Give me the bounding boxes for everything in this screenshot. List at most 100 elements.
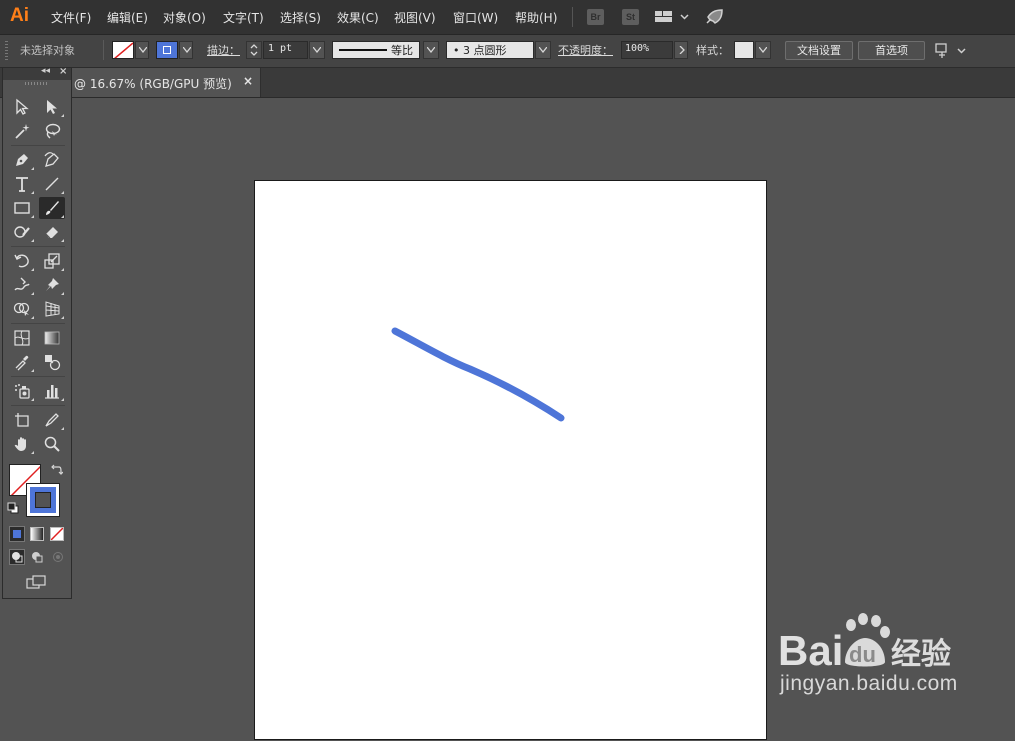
tool-group-separator	[11, 246, 65, 247]
curvature-tool[interactable]	[39, 149, 65, 171]
stroke-dropdown[interactable]	[179, 41, 193, 59]
rotate-tool[interactable]	[9, 250, 35, 272]
rectangle-tool[interactable]	[9, 197, 35, 219]
brush-definition[interactable]: • 3 点圆形	[446, 41, 534, 59]
menu-object[interactable]: 对象(O)	[163, 9, 206, 27]
zoom-tool[interactable]	[39, 433, 65, 455]
document-setup-button[interactable]: 文档设置	[785, 41, 853, 60]
artboard[interactable]	[254, 180, 767, 740]
stroke-weight-stepper[interactable]	[246, 41, 262, 59]
shaper-tool[interactable]	[9, 221, 35, 243]
brush-dropdown[interactable]	[535, 41, 551, 59]
rocket-icon[interactable]	[704, 8, 724, 29]
mesh-tool[interactable]	[9, 327, 35, 349]
brush-stroke-layer	[391, 327, 565, 422]
type-tool[interactable]	[9, 173, 35, 195]
opacity-input[interactable]: 100%	[621, 41, 673, 59]
style-dropdown[interactable]	[755, 41, 771, 59]
menu-window[interactable]: 窗口(W)	[453, 9, 498, 27]
line-segment-tool[interactable]	[39, 173, 65, 195]
tools-panel-header[interactable]: ◂◂ ×	[3, 66, 71, 80]
shape-builder-icon	[13, 302, 30, 316]
eyedropper-icon	[15, 355, 29, 371]
mesh-icon	[14, 330, 30, 346]
draw-inside-button[interactable]	[51, 550, 67, 566]
menu-select[interactable]: 选择(S)	[280, 9, 321, 27]
app-logo: Ai	[10, 5, 29, 26]
color-mode-button[interactable]	[9, 526, 25, 542]
arrange-documents-icon[interactable]	[934, 41, 968, 64]
menu-file[interactable]: 文件(F)	[51, 9, 91, 27]
default-fill-stroke-icon[interactable]	[7, 502, 21, 516]
blend-tool[interactable]	[39, 351, 65, 373]
opacity-flyout-button[interactable]	[674, 41, 688, 59]
menu-type[interactable]: 文字(T)	[223, 9, 264, 27]
lasso-tool[interactable]	[39, 120, 65, 142]
warp-tool[interactable]	[9, 274, 35, 296]
paintbrush-tool[interactable]	[39, 197, 65, 219]
stroke-color-swatch[interactable]	[156, 41, 178, 59]
hand-tool[interactable]	[9, 433, 35, 455]
stock-button[interactable]: St	[622, 9, 639, 25]
slice-tool[interactable]	[39, 409, 65, 431]
brush-stroke-path[interactable]	[391, 327, 565, 422]
draw-behind-button[interactable]	[30, 550, 46, 566]
eraser-tool[interactable]	[39, 221, 65, 243]
bridge-button[interactable]: Br	[587, 9, 604, 25]
collapse-panel-icon[interactable]: ◂◂	[41, 66, 50, 76]
gradient-tool[interactable]	[39, 327, 65, 349]
screen-mode-icon[interactable]	[25, 574, 49, 590]
close-panel-icon[interactable]: ×	[59, 66, 67, 77]
control-bar-grip[interactable]	[5, 41, 8, 61]
menu-help[interactable]: 帮助(H)	[515, 9, 557, 27]
direct-selection-tool[interactable]	[39, 96, 65, 118]
variable-width-profile[interactable]: 等比	[332, 41, 420, 59]
profile-dropdown[interactable]	[423, 41, 439, 59]
column-graph-tool[interactable]	[39, 380, 65, 402]
artboard-tool[interactable]	[9, 409, 35, 431]
selection-tool[interactable]	[9, 96, 35, 118]
tools-panel-grip[interactable]	[25, 82, 47, 85]
opacity-label[interactable]: 不透明度：	[558, 43, 613, 59]
swap-fill-stroke-icon[interactable]	[51, 464, 65, 478]
stroke-weight-dropdown[interactable]	[309, 41, 325, 59]
fill-color-swatch[interactable]	[112, 41, 134, 59]
document-tab[interactable]: @ 16.67% (RGB/GPU 预览) ×	[72, 68, 261, 97]
preferences-button[interactable]: 首选项	[858, 41, 925, 60]
shaper-icon	[14, 226, 30, 238]
tool-group-separator	[11, 145, 65, 146]
menu-edit[interactable]: 编辑(E)	[107, 9, 148, 27]
pen-tool[interactable]	[9, 149, 35, 171]
stroke-swatch[interactable]	[26, 483, 60, 517]
close-tab-icon[interactable]: ×	[243, 74, 253, 88]
baidu-du-text: du	[849, 642, 876, 667]
workspace-layout-icon[interactable]	[655, 8, 691, 29]
line-segment-icon	[45, 177, 59, 191]
rectangle-icon	[14, 202, 30, 214]
artboard-icon	[15, 413, 29, 427]
stroke-weight-input[interactable]: 1 pt	[263, 41, 308, 59]
scale-tool[interactable]	[39, 250, 65, 272]
profile-preview-line	[339, 49, 387, 51]
chevron-down-icon	[539, 47, 547, 53]
menu-view[interactable]: 视图(V)	[394, 9, 436, 27]
perspective-grid-tool[interactable]	[39, 298, 65, 320]
control-bar: 未选择对象 描边： 1 pt 等比 • 3 点圆形 不透明度： 100% 样式：…	[0, 35, 1015, 68]
pen-nib-icon	[16, 154, 28, 166]
shape-builder-tool[interactable]	[9, 298, 35, 320]
divider	[103, 40, 104, 60]
symbol-sprayer-tool[interactable]	[9, 380, 35, 402]
fill-dropdown[interactable]	[135, 41, 149, 59]
eyedropper-tool[interactable]	[9, 351, 35, 373]
magic-wand-tool[interactable]	[9, 120, 35, 142]
draw-normal-button[interactable]	[9, 549, 25, 565]
none-mode-button[interactable]	[50, 527, 64, 541]
graphic-style-swatch[interactable]	[734, 41, 754, 59]
jingyan-cn-text: 经验	[891, 637, 951, 672]
stroke-label[interactable]: 描边：	[207, 43, 240, 59]
scale-icon	[44, 253, 60, 269]
slice-knife-icon	[45, 413, 59, 427]
puppet-warp-tool[interactable]	[39, 274, 65, 296]
menu-effect[interactable]: 效果(C)	[337, 9, 379, 27]
gradient-mode-button[interactable]	[30, 527, 44, 541]
